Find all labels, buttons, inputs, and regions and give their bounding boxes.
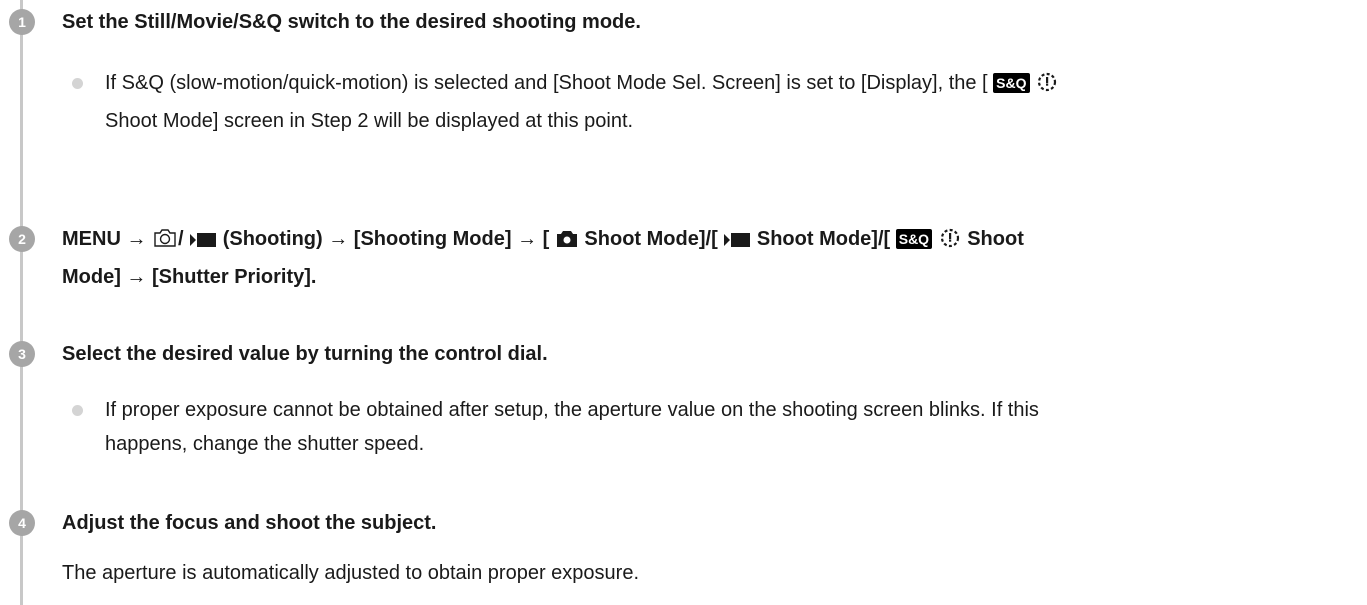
sq-badge: S&Q	[895, 229, 933, 249]
note-text: If proper exposure cannot be obtained af…	[105, 399, 1039, 421]
camera-filled-icon	[555, 226, 579, 260]
note-text: If S&Q (slow-motion/quick-motion) is sel…	[105, 72, 988, 94]
bullet-dot	[72, 78, 83, 89]
step-number: 2	[9, 226, 35, 252]
step-title: Select the desired value by turning the …	[62, 343, 548, 365]
menu-path-sep: /	[178, 228, 184, 250]
step-note: If S&Q (slow-motion/quick-motion) is sel…	[105, 66, 1347, 138]
camera-outline-icon	[152, 226, 178, 260]
bullet-dot	[72, 405, 83, 416]
menu-path-text: Shoot	[967, 228, 1024, 250]
step-number: 4	[9, 510, 35, 536]
step-number: 1	[9, 9, 35, 35]
menu-path-text: Shoot Mode]/[	[756, 228, 891, 250]
movie-icon	[723, 226, 751, 260]
note-text-cont: happens, change the shutter speed.	[105, 433, 425, 455]
menu-path-text: MENU →	[62, 228, 147, 250]
step-number: 3	[9, 341, 35, 367]
menu-path-text: (Shooting) → [Shooting Mode] → [	[222, 228, 550, 250]
dial-mode-icon	[938, 226, 962, 260]
step-description: The aperture is automatically adjusted t…	[62, 562, 640, 584]
menu-path-text: Shoot Mode]/[	[584, 228, 718, 250]
step-title: Adjust the focus and shoot the subject.	[62, 512, 437, 534]
sq-badge: S&Q	[993, 73, 1030, 93]
step-note: If proper exposure cannot be obtained af…	[105, 393, 1347, 461]
note-text-cont: Shoot Mode] screen in Step 2 will be dis…	[105, 110, 634, 132]
step-menu-path: MENU → / (Shooting) → [Shooting Mode] → …	[62, 222, 1347, 294]
menu-path-text-cont: Mode] → [Shutter Priority].	[62, 266, 317, 288]
dial-mode-icon	[1035, 70, 1059, 104]
step-title: Set the Still/Movie/S&Q switch to the de…	[62, 11, 641, 33]
movie-icon	[189, 226, 217, 260]
